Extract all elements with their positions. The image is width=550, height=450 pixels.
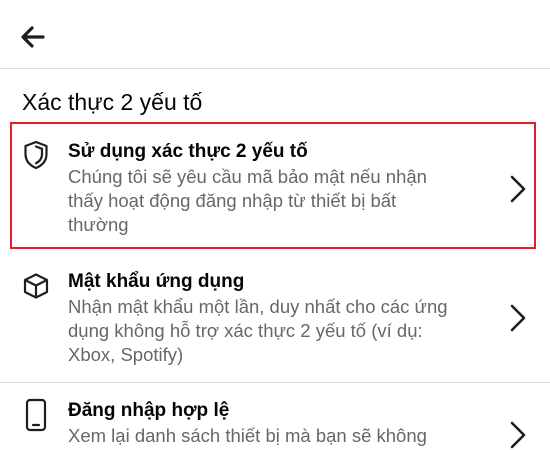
phone-icon (22, 398, 50, 432)
row-title: Đăng nhập hợp lệ (68, 400, 230, 421)
back-button[interactable] (16, 20, 50, 54)
shield-icon (22, 140, 50, 170)
section-title: Xác thực 2 yếu tố (22, 89, 203, 115)
row-description: Nhận mật khẩu một lần, duy nhất cho các … (68, 296, 448, 365)
chevron-right-icon (510, 304, 526, 332)
row-title: Sử dụng xác thực 2 yếu tố (68, 141, 308, 162)
top-bar (0, 0, 550, 69)
divider (0, 382, 550, 383)
app-passwords-row[interactable]: Mật khẩu ứng dụng Nhận mật khẩu một lần,… (0, 258, 550, 378)
cube-icon (22, 272, 50, 300)
row-title: Mật khẩu ứng dụng (68, 271, 245, 292)
use-two-factor-row[interactable]: Sử dụng xác thực 2 yếu tố Chúng tôi sẽ y… (0, 126, 550, 246)
chevron-right-icon (510, 421, 526, 449)
row-description: Xem lại danh sách thiết bị mà bạn sẽ khô… (68, 425, 427, 446)
authorized-logins-row[interactable]: Đăng nhập hợp lệ Xem lại danh sách thiết… (0, 388, 550, 450)
chevron-right-icon (510, 175, 526, 203)
row-description: Chúng tôi sẽ yêu cầu mã bảo mật nếu nhận… (68, 166, 427, 235)
arrow-left-icon (21, 26, 45, 48)
